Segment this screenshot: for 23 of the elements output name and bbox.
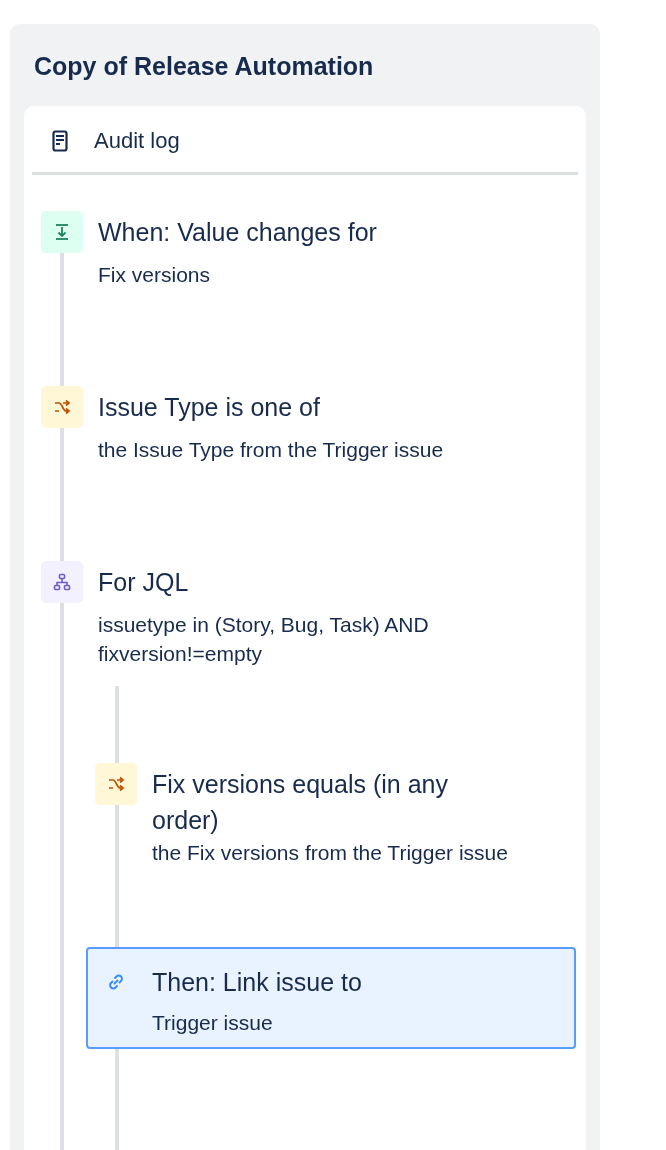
step-detail: Fix versions	[98, 262, 212, 288]
rule-step[interactable]: For JQL issuetype in (Story, Bug, Task) AND fixversion!=empty	[39, 559, 580, 670]
step-title: When: Value changes for	[98, 217, 377, 248]
step-detail: the Fix versions from the Trigger issue	[152, 840, 508, 866]
shuffle-icon	[107, 775, 125, 793]
step-title: For JQL	[98, 567, 190, 598]
shuffle-icon	[53, 398, 71, 416]
link-icon	[107, 973, 125, 991]
step-detail: the Issue Type from the Trigger issue	[98, 437, 444, 463]
rule-step[interactable]: Fix versions equals (in any order) the Fix versions from the Trigger issue	[93, 761, 580, 869]
step-detail: issuetype in (Story, Bug, Task) AND fixversion!=empty	[98, 612, 430, 667]
rule-step[interactable]: Issue Type is one of the Issue Type from the Trigger issue	[39, 384, 580, 466]
audit-log-link[interactable]: Audit log	[32, 114, 578, 172]
step-title: Then: Link issue to	[152, 967, 362, 998]
step-title: Issue Type is one of	[98, 392, 321, 423]
document-icon	[52, 130, 68, 152]
hierarchy-icon	[53, 573, 71, 591]
rule-step[interactable]: When: Value changes for Fix versions	[39, 209, 580, 291]
step-detail: Trigger issue	[152, 1010, 274, 1036]
selected-step-card[interactable]: Then: Link issue to Trigger issue	[86, 947, 576, 1049]
step-title: Fix versions equals (in any order)	[152, 769, 449, 836]
rule-title: Copy of Release Automation	[34, 51, 375, 82]
download-icon	[53, 223, 71, 241]
